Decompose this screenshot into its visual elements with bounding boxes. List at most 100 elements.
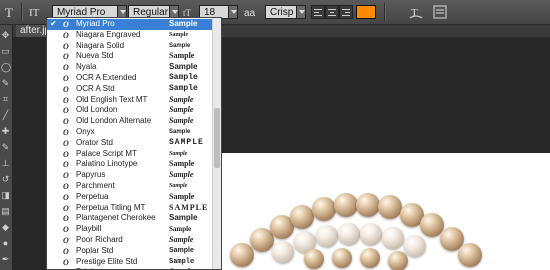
font-name: Old London <box>76 105 118 115</box>
font-name: Parchment <box>76 181 115 190</box>
font-menu-item[interactable]: O Papyrus Sample <box>47 170 213 181</box>
font-name: Onyx <box>76 127 95 136</box>
font-sample: Sample <box>169 213 198 223</box>
font-sample: Sample <box>169 183 188 189</box>
font-name: Old London Alternate <box>76 116 152 126</box>
font-menu-item[interactable]: O Parchment Sample <box>47 181 213 192</box>
move-tool-icon[interactable]: ✥ <box>1 31 10 40</box>
font-sample: Sample <box>169 191 195 201</box>
font-name: Myriad Pro <box>76 19 115 28</box>
blur-tool-icon[interactable]: ◆ <box>1 223 10 232</box>
character-panel-icon[interactable] <box>432 4 448 20</box>
marquee-tool-icon[interactable]: ▭ <box>1 47 10 56</box>
font-menu-item[interactable]: O Poplar Std Sample <box>47 246 213 257</box>
font-name: Poplar Std <box>76 245 114 255</box>
align-center-button[interactable] <box>325 5 339 19</box>
font-sample: Sample <box>169 116 194 126</box>
font-sample: Sample <box>169 225 192 234</box>
font-family-menu: ✔ O Myriad Pro Sample O Niagara Engraved Sampl… <box>46 17 222 270</box>
font-menu-item[interactable]: O Palace Script MT Sample <box>47 149 213 160</box>
antialias-field[interactable]: Crisp <box>265 5 297 19</box>
font-menu-item[interactable]: O Perpetua Titling MT SAMPLE <box>47 203 213 214</box>
font-sample: Sample <box>169 129 191 135</box>
font-sample: Sample <box>169 170 194 180</box>
stamp-tool-icon[interactable]: ⊥ <box>1 159 10 168</box>
font-list-scrollbar[interactable] <box>212 18 221 269</box>
font-menu-item[interactable]: O Plantagenet Cherokee Sample <box>47 213 213 224</box>
font-menu-item[interactable]: O Old London Sample <box>47 105 213 116</box>
font-menu-item[interactable]: O Perpetua Sample <box>47 192 213 203</box>
font-menu-item[interactable]: O Niagara Engraved Sample <box>47 30 213 41</box>
font-menu-item[interactable]: O Old London Alternate Sample <box>47 116 213 127</box>
separator <box>21 3 22 21</box>
scroll-thumb[interactable] <box>214 108 220 168</box>
antialias-icon: aa <box>243 4 259 20</box>
font-sample: SAMPLE <box>169 137 204 147</box>
font-sample: Sample <box>169 73 198 82</box>
font-menu-item[interactable]: O OCR A Extended Sample <box>47 73 213 84</box>
quick-select-tool-icon[interactable]: ✎ <box>1 79 10 88</box>
svg-text:aa: aa <box>244 8 256 19</box>
font-name: Niagara Engraved <box>76 29 141 39</box>
type-tool-preset-icon[interactable]: T <box>2 4 18 20</box>
font-menu-item[interactable]: O Nueva Std Sample <box>47 51 213 62</box>
font-menu-item[interactable]: ✔ O Myriad Pro Sample <box>47 19 213 30</box>
font-size-dropdown[interactable] <box>228 5 238 19</box>
font-sample: Sample <box>169 257 195 266</box>
font-sample: Sample <box>169 94 194 104</box>
font-menu-item[interactable]: O Prestige Elite Std Sample <box>47 257 213 268</box>
crop-tool-icon[interactable]: ⌗ <box>1 95 10 104</box>
font-menu-item[interactable]: O Onyx Sample <box>47 127 213 138</box>
font-sample: Sample <box>169 83 198 93</box>
dodge-tool-icon[interactable]: ● <box>1 239 10 248</box>
font-name: Palatino Linotype <box>76 159 138 169</box>
font-sample: Sample <box>169 42 191 49</box>
font-name: Orator Std <box>76 137 113 147</box>
font-name: Perpetua Titling MT <box>76 202 146 212</box>
brush-tool-icon[interactable]: ✎ <box>1 143 10 152</box>
font-sample: SAMPLE <box>169 202 209 212</box>
align-right-button[interactable] <box>339 5 353 19</box>
pen-tool-icon[interactable]: ✒ <box>1 255 10 264</box>
checkmark-icon: ✔ <box>50 19 57 28</box>
font-menu-item[interactable]: O Palatino Linotype Sample <box>47 159 213 170</box>
font-sample: Sample <box>169 19 198 28</box>
warp-text-icon[interactable]: T <box>408 4 424 20</box>
font-menu-item[interactable]: O OCR A Std Sample <box>47 84 213 95</box>
font-sample: Sample <box>169 159 195 169</box>
lasso-tool-icon[interactable]: ◯ <box>1 63 11 72</box>
font-menu-item[interactable]: O Niagara Solid Sample <box>47 41 213 52</box>
font-name: Playbill <box>76 224 102 234</box>
font-sample: Sample <box>169 150 188 157</box>
svg-text:T: T <box>5 5 13 20</box>
eyedropper-tool-icon[interactable]: ╱ <box>1 111 10 120</box>
font-name: Papyrus <box>76 170 106 180</box>
font-name: Prestige Elite Std <box>76 256 138 266</box>
text-orientation-icon[interactable]: IT <box>27 4 43 20</box>
font-name: OCR A Std <box>76 83 115 93</box>
font-menu-item[interactable]: O Old English Text MT Sample <box>47 95 213 106</box>
font-sample: Sample <box>169 246 194 254</box>
gradient-tool-icon[interactable]: ▤ <box>1 207 10 216</box>
font-sample: Sample <box>169 31 189 38</box>
antialias-dropdown[interactable] <box>296 5 306 19</box>
font-sample: Sample <box>169 62 198 72</box>
text-color-swatch[interactable] <box>356 5 376 19</box>
font-sample: Sample <box>169 51 195 61</box>
font-name: Old English Text MT <box>76 94 148 104</box>
history-brush-icon[interactable]: ↺ <box>1 175 10 184</box>
font-name: Plantagenet Cherokee <box>76 213 156 223</box>
font-name: Nyala <box>76 62 97 72</box>
font-menu-item[interactable]: O Orator Std SAMPLE <box>47 138 213 149</box>
healing-brush-icon[interactable]: ✚ <box>1 127 10 136</box>
document-canvas[interactable] <box>212 153 550 270</box>
font-sample: Sample <box>169 105 194 115</box>
font-name: Niagara Solid <box>76 40 125 50</box>
font-menu-item[interactable]: O Poor Richard Sample <box>47 235 213 246</box>
font-menu-item[interactable]: O Playbill Sample <box>47 224 213 235</box>
align-left-button[interactable] <box>311 5 325 19</box>
font-name: Nueva Std <box>76 51 114 61</box>
font-name: Perpetua <box>76 191 109 201</box>
eraser-tool-icon[interactable]: ◨ <box>1 191 10 200</box>
font-menu-item[interactable]: O Nyala Sample <box>47 62 213 73</box>
